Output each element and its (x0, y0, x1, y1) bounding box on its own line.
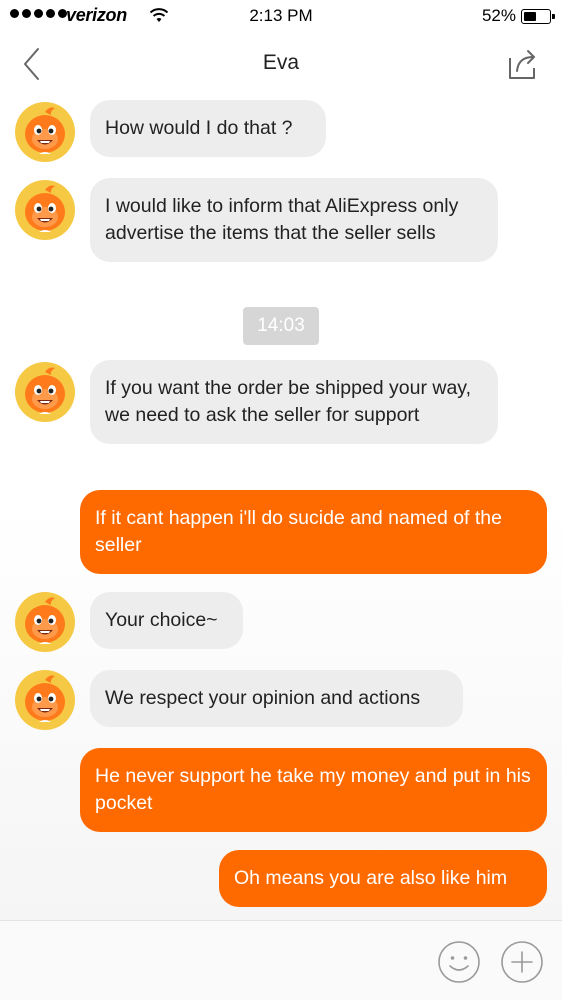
battery-icon (521, 9, 555, 24)
chat-area[interactable]: How would I do that ? I would like to in… (0, 94, 562, 920)
message-bubble-outgoing[interactable]: If it cant happen i'll do sucide and nam… (80, 490, 547, 574)
mascot-avatar-icon (25, 675, 65, 722)
message-bubble-incoming[interactable]: I would like to inform that AliExpress o… (90, 178, 498, 262)
status-bar: verizon 2:13 PM 52% (0, 0, 562, 34)
message-bubble-incoming[interactable]: We respect your opinion and actions (90, 670, 463, 727)
agent-avatar[interactable] (15, 102, 75, 162)
chat-title: Eva (262, 51, 300, 74)
mascot-avatar-icon (25, 185, 65, 232)
back-button[interactable] (18, 46, 48, 82)
share-icon (509, 50, 535, 79)
status-time: 2:13 PM (249, 6, 313, 25)
input-bar (0, 920, 562, 1000)
plus-circle-icon (501, 941, 543, 983)
mascot-avatar-icon (25, 107, 65, 154)
agent-avatar[interactable] (15, 362, 75, 422)
message-bubble-incoming[interactable]: Your choice~ (90, 592, 243, 649)
mascot-avatar-icon (25, 597, 65, 644)
nav-bar: Eva (0, 34, 562, 94)
agent-avatar[interactable] (15, 592, 75, 652)
agent-avatar[interactable] (15, 180, 75, 240)
message-bubble-incoming[interactable]: How would I do that ? (90, 100, 326, 157)
chevron-left-icon (24, 48, 39, 80)
message-bubble-outgoing[interactable]: Oh means you are also like him (219, 850, 547, 907)
plus-button[interactable] (500, 940, 544, 984)
mascot-avatar-icon (25, 367, 65, 414)
battery-percentage: 52% (481, 6, 516, 25)
message-timestamp: 14:03 (243, 307, 319, 345)
message-bubble-outgoing[interactable]: He never support he take my money and pu… (80, 748, 547, 832)
smiley-icon (438, 941, 480, 983)
message-bubble-incoming[interactable]: If you want the order be shipped your wa… (90, 360, 498, 444)
share-button[interactable] (506, 46, 540, 82)
emoji-button[interactable] (437, 940, 481, 984)
agent-avatar[interactable] (15, 670, 75, 730)
